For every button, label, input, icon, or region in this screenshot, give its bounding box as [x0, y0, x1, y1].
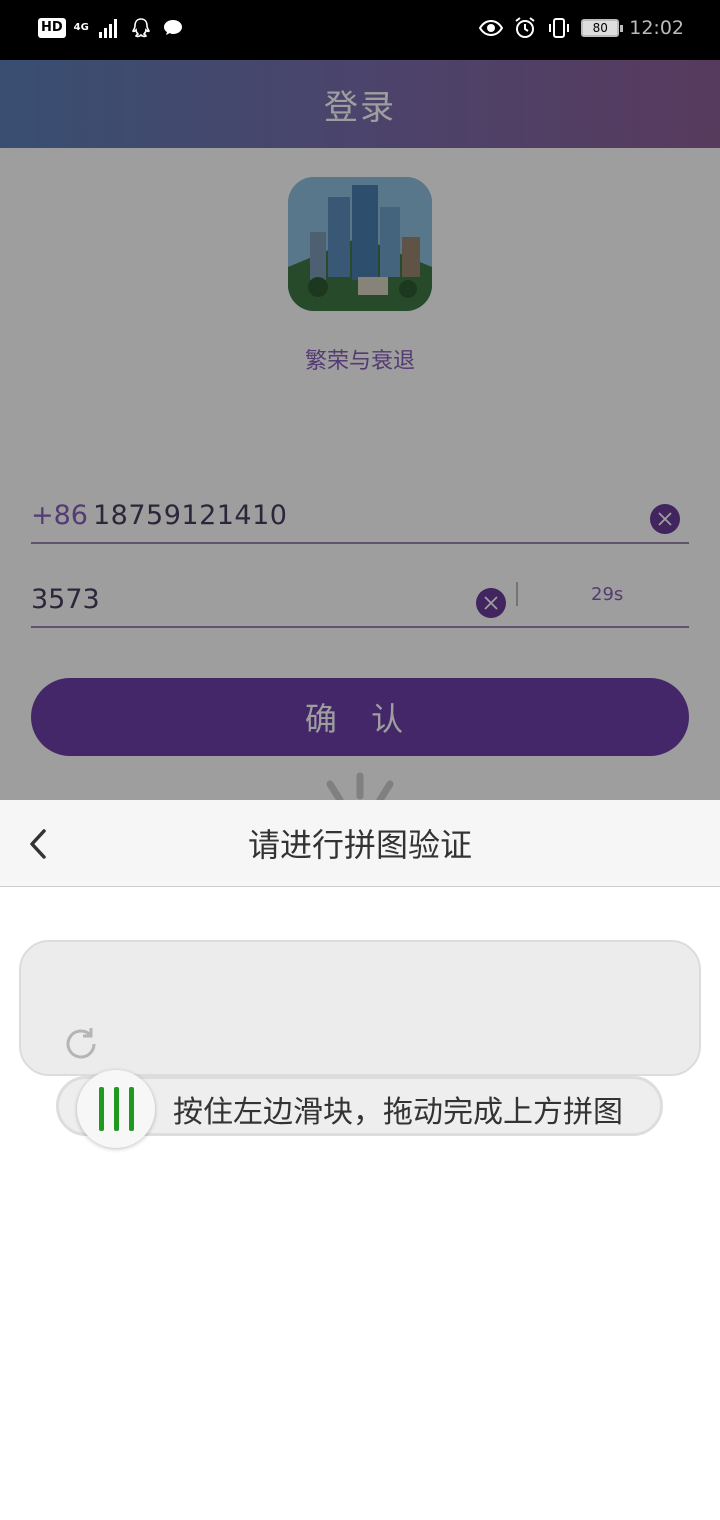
- signal-icon: [98, 19, 117, 38]
- chevron-left-icon: [30, 829, 46, 859]
- grip-icon: [113, 1087, 119, 1131]
- refresh-button[interactable]: [61, 1024, 101, 1064]
- verify-title: 请进行拼图验证: [247, 826, 472, 864]
- status-left: HD 4G: [38, 16, 185, 40]
- battery-icon: 80: [581, 19, 624, 37]
- alarm-icon: [515, 17, 535, 38]
- puzzle-verification-sheet: 请进行拼图验证 按住左边滑块，拖动完成上方拼图: [0, 800, 720, 1520]
- back-button[interactable]: [18, 822, 58, 866]
- hd-badge: HD: [38, 18, 66, 38]
- screen: HD 4G 80 12:02 登录 繁荣与衰退 +86 18759121410 …: [0, 0, 720, 1520]
- slider-handle[interactable]: [77, 1070, 155, 1148]
- chat-bubble-icon: [163, 20, 182, 35]
- grip-icon: [128, 1087, 134, 1131]
- eye-icon: [479, 19, 504, 37]
- refresh-icon: [66, 1028, 96, 1059]
- modal-overlay[interactable]: [0, 60, 720, 800]
- status-right: 80 12:02: [479, 16, 684, 40]
- vibrate-icon: [549, 18, 570, 38]
- grip-icon: [98, 1087, 104, 1131]
- status-time: 12:02: [629, 17, 684, 39]
- qq-icon: [131, 18, 150, 38]
- status-bar: HD 4G 80 12:02: [0, 0, 720, 60]
- verify-header: 请进行拼图验证: [0, 800, 720, 887]
- puzzle-image-area: [19, 940, 701, 1076]
- network-type-label: 4G: [73, 22, 89, 33]
- slider-hint: 按住左边滑块，拖动完成上方拼图: [173, 1095, 623, 1130]
